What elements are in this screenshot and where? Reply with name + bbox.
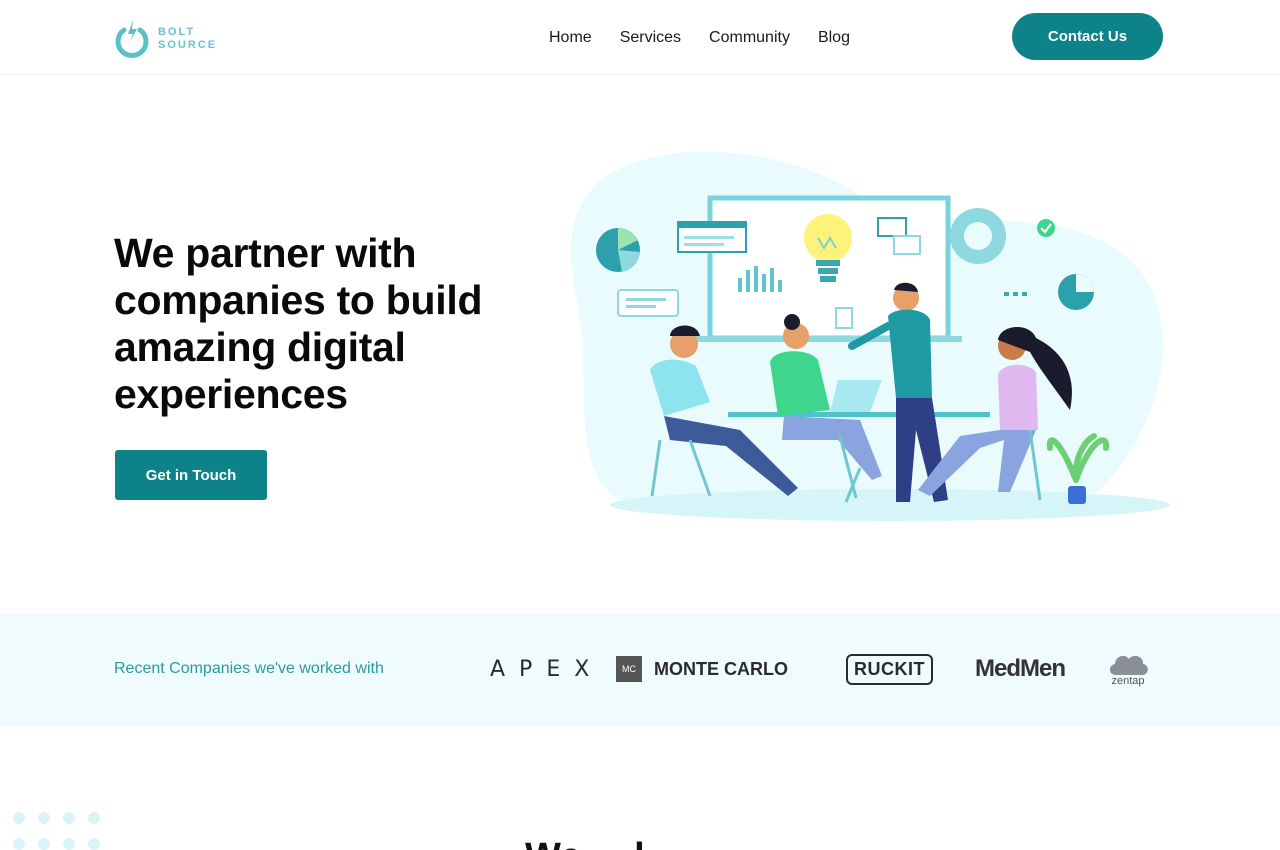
nav-services[interactable]: Services bbox=[620, 29, 681, 47]
contact-us-button[interactable]: Contact Us bbox=[1012, 13, 1163, 60]
main-nav: Home Services Community Blog bbox=[549, 29, 850, 47]
power-bolt-icon bbox=[115, 20, 149, 58]
logo-monte-carlo-text: MONTE CARLO bbox=[654, 658, 788, 679]
logo-zentap: zentap bbox=[1106, 647, 1150, 691]
hero-title: We partner with companies to build amazi… bbox=[114, 230, 483, 417]
brand-logo[interactable]: BOLT SOURCE bbox=[114, 18, 217, 60]
brand-line-1: BOLT bbox=[158, 26, 196, 38]
nav-community[interactable]: Community bbox=[709, 29, 790, 47]
logo-monte-carlo: MC MONTE CARLO bbox=[616, 647, 788, 691]
cloud-icon bbox=[1109, 655, 1148, 675]
get-in-touch-button[interactable]: Get in Touch bbox=[115, 450, 267, 500]
nav-blog[interactable]: Blog bbox=[818, 29, 850, 47]
logo-medmen-text: MedMen bbox=[975, 655, 1066, 682]
nav-home[interactable]: Home bbox=[549, 29, 592, 47]
team-meeting-illustration bbox=[571, 151, 1170, 521]
logo-medmen: MedMen bbox=[975, 647, 1066, 691]
logo-ruckit-text: RUCKIT bbox=[846, 653, 933, 685]
next-section-heading: We ... l bbox=[525, 836, 645, 850]
logo-monte-carlo-badge: MC bbox=[616, 656, 642, 682]
clients-label: Recent Companies we've worked with bbox=[114, 660, 384, 677]
clients-strip: Recent Companies we've worked with APEX … bbox=[0, 613, 1280, 727]
decorative-dots bbox=[13, 812, 100, 850]
logo-apex: APEX bbox=[490, 647, 603, 691]
logo-ruckit: RUCKIT bbox=[846, 647, 933, 691]
site-header: BOLT SOURCE Home Services Community Blog… bbox=[0, 0, 1280, 75]
logo-zentap-text: zentap bbox=[1111, 675, 1145, 687]
brand-name: BOLT SOURCE bbox=[158, 26, 217, 52]
brand-line-2: SOURCE bbox=[158, 39, 218, 51]
logo-apex-text: APEX bbox=[490, 656, 604, 682]
